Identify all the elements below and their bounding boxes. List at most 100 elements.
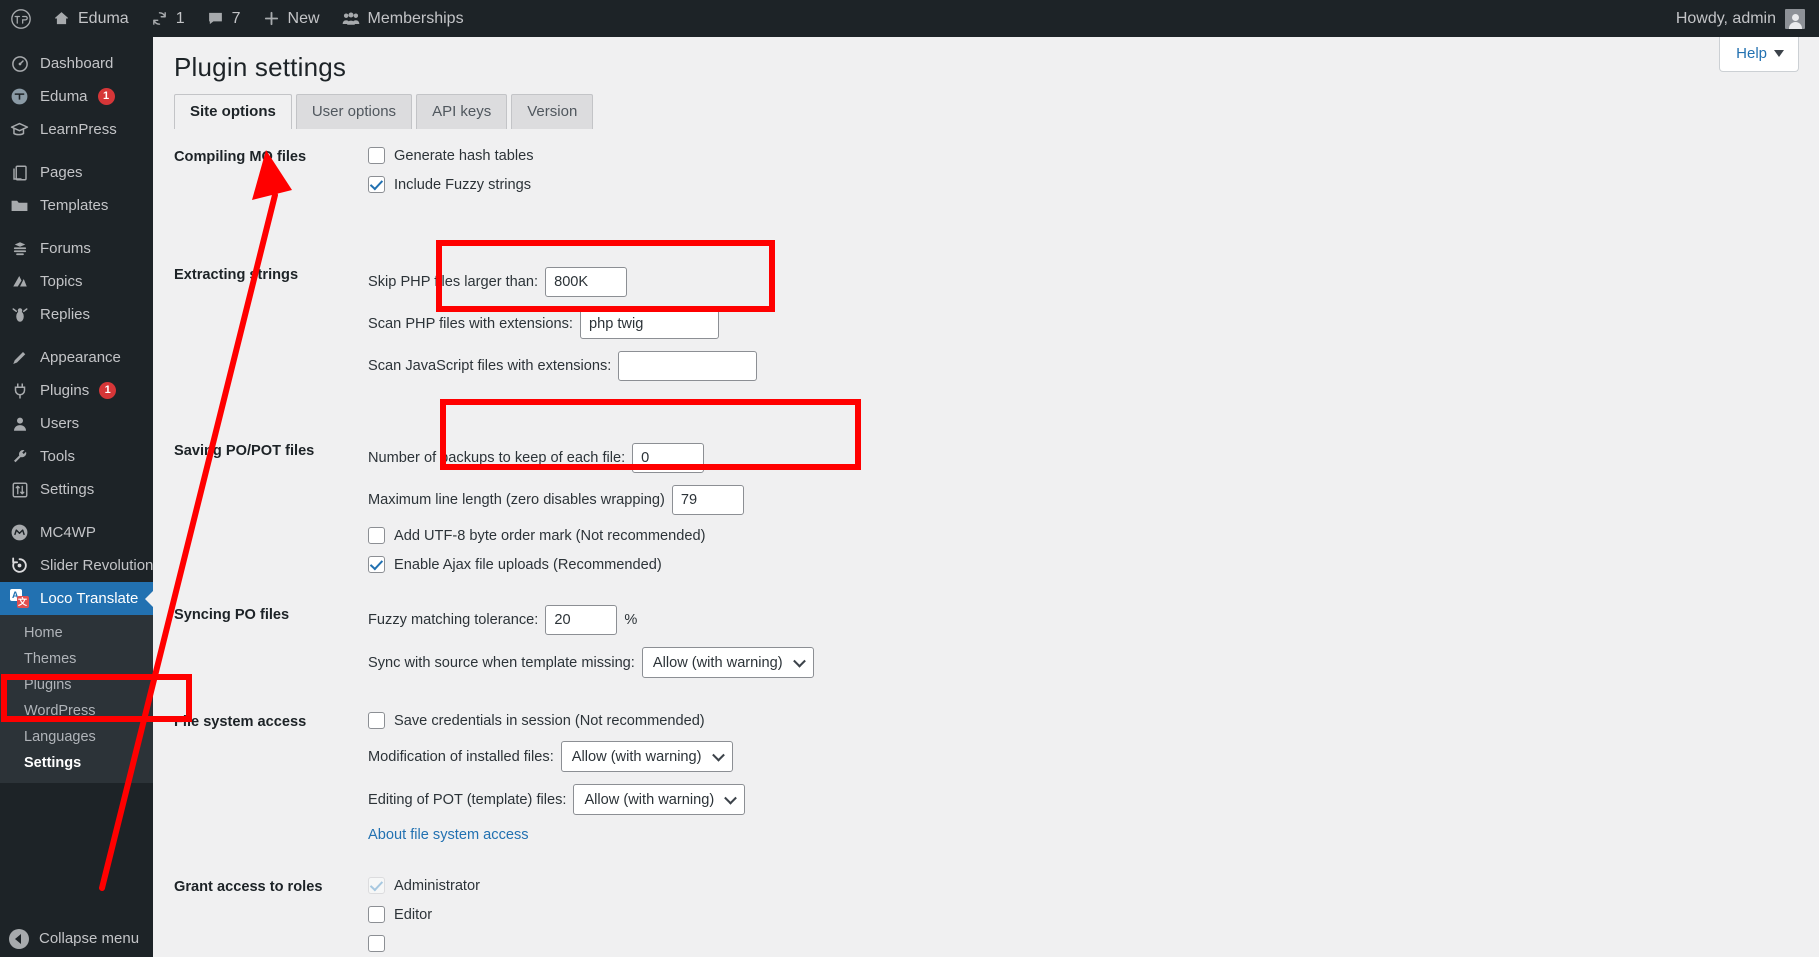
sidebar-item-users[interactable]: Users [0,407,153,440]
sidebar-item-templates[interactable]: Templates [0,189,153,222]
role-next-checkbox[interactable] [368,935,385,952]
memberships-button[interactable]: Memberships [331,0,475,37]
submenu-item-home[interactable]: Home [0,620,153,646]
section-label: Extracting strings [153,225,368,283]
modification-value: Allow (with warning) [572,749,702,765]
backups-input[interactable] [632,443,704,473]
sidebar-item-loco-translate[interactable]: A 文 Loco Translate [0,582,153,615]
ajax-checkbox-label[interactable]: Enable Ajax file uploads (Recommended) [368,556,662,573]
wordpress-logo-icon [11,9,31,29]
role-next-row [368,935,1819,952]
new-content-button[interactable]: New [252,0,331,37]
tab-user-options[interactable]: User options [296,94,412,129]
sidebar-item-forums[interactable]: Forums [0,232,153,265]
menu-spacer [0,146,153,156]
sidebar-item-mc4wp[interactable]: MC4WP [0,516,153,549]
ajax-checkbox[interactable] [368,556,385,573]
sidebar-item-eduma[interactable]: Eduma 1 [0,80,153,113]
sidebar-item-appearance[interactable]: Appearance [0,341,153,374]
sidebar-item-label: LearnPress [40,121,117,138]
sync-template-missing-select[interactable]: Allow (with warning) [642,647,814,678]
sidebar-item-label: Forums [40,240,91,257]
bom-checkbox[interactable] [368,527,385,544]
fuzzy-tolerance-input[interactable] [545,605,617,635]
updates-button[interactable]: 1 [140,0,196,37]
bom-checkbox-label[interactable]: Add UTF-8 byte order mark (Not recommend… [368,527,705,544]
updates-count: 1 [176,10,185,28]
caret-down-icon [1774,50,1784,57]
sidebar-item-settings[interactable]: Settings [0,473,153,506]
submenu-item-wordpress[interactable]: WordPress [0,698,153,724]
section-extracting-strings: Extracting strings Skip PHP files larger… [153,225,1819,381]
save-credentials-label: Save credentials in session (Not recomme… [394,713,705,729]
role-editor-checkbox-label[interactable]: Editor [368,906,432,923]
submenu-item-settings[interactable]: Settings [0,750,153,776]
role-editor-checkbox[interactable] [368,906,385,923]
sidebar-item-label: Replies [40,306,90,323]
scan-php-input[interactable] [580,309,719,339]
section-label: File system access [153,712,368,730]
memberships-label: Memberships [368,10,464,28]
scan-php-label: Scan PHP files with extensions: [368,316,573,332]
pages-icon [9,164,30,182]
save-credentials-checkbox-label[interactable]: Save credentials in session (Not recomme… [368,712,705,729]
generate-hash-tables-checkbox-label[interactable]: Generate hash tables [368,147,534,164]
modification-select[interactable]: Allow (with warning) [561,741,733,772]
site-name-button[interactable]: Eduma [42,0,140,37]
scan-php-row: Scan PHP files with extensions: [368,309,1819,339]
sidebar-item-dashboard[interactable]: Dashboard [0,47,153,80]
mailchimp-icon [9,523,30,542]
scan-js-input[interactable] [618,351,757,381]
modification-row: Modification of installed files: Allow (… [368,741,1819,772]
include-fuzzy-checkbox-label[interactable]: Include Fuzzy strings [368,176,531,193]
slider-revolution-icon [9,556,30,575]
account-menu[interactable]: Howdy, admin [1676,9,1819,29]
sidebar-item-tools[interactable]: Tools [0,440,153,473]
forums-icon [9,240,30,258]
sidebar-item-label: Users [40,415,79,432]
tab-version[interactable]: Version [511,94,593,129]
settings-tabs: Site options User options API keys Versi… [174,94,597,129]
current-menu-arrow-icon [145,590,154,608]
section-syncing-po-files: Syncing PO files Fuzzy matching toleranc… [153,605,1819,678]
folder-icon [9,196,30,215]
editing-pot-value: Allow (with warning) [584,792,714,808]
skip-php-input[interactable] [545,267,627,297]
sidebar-item-topics[interactable]: Topics [0,265,153,298]
sidebar-item-label: Appearance [40,349,121,366]
tab-site-options[interactable]: Site options [174,94,292,129]
sidebar-item-label: Eduma [40,88,88,105]
save-credentials-checkbox[interactable] [368,712,385,729]
comments-button[interactable]: 7 [196,0,252,37]
tab-api-keys[interactable]: API keys [416,94,507,129]
submenu-item-plugins[interactable]: Plugins [0,672,153,698]
role-administrator-row: Administrator [368,877,1819,894]
sidebar-item-label: Slider Revolution [40,557,153,574]
scan-js-label: Scan JavaScript files with extensions: [368,358,611,374]
sidebar-item-plugins[interactable]: Plugins 1 [0,374,153,407]
sliders-icon [9,481,30,499]
plus-icon [263,10,280,27]
collapse-menu-button[interactable]: Collapse menu [0,920,153,957]
about-file-system-access-link[interactable]: About file system access [368,827,529,843]
wordpress-logo-button[interactable] [0,0,42,37]
skip-php-label: Skip PHP files larger than: [368,274,538,290]
editing-pot-select[interactable]: Allow (with warning) [573,784,745,815]
sidebar-item-slider-revolution[interactable]: Slider Revolution [0,549,153,582]
include-fuzzy-checkbox[interactable] [368,176,385,193]
maxline-input[interactable] [672,485,744,515]
plugins-badge: 1 [99,382,116,399]
sidebar-item-learnpress[interactable]: LearnPress [0,113,153,146]
help-button[interactable]: Help [1719,37,1799,72]
generate-hash-tables-row: Generate hash tables [368,147,1819,164]
submenu-item-themes[interactable]: Themes [0,646,153,672]
generate-hash-tables-label: Generate hash tables [394,148,534,164]
site-name-label: Eduma [78,10,129,28]
sidebar-item-label: MC4WP [40,524,96,541]
sidebar-item-replies[interactable]: Replies [0,298,153,331]
sidebar-item-pages[interactable]: Pages [0,156,153,189]
submenu-item-languages[interactable]: Languages [0,724,153,750]
updates-icon [151,10,168,27]
role-administrator-label: Administrator [394,878,480,894]
generate-hash-tables-checkbox[interactable] [368,147,385,164]
